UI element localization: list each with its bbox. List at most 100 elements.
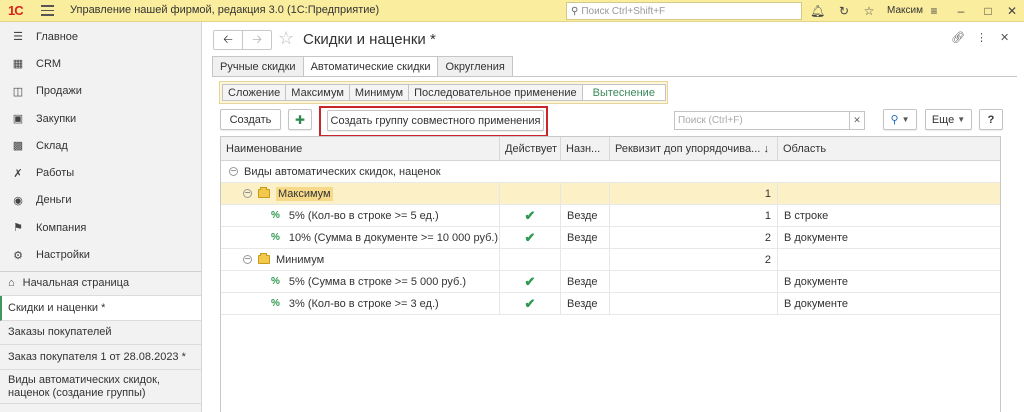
subtab-displacement[interactable]: Вытеснение (581, 84, 666, 101)
global-search-placeholder: Поиск Ctrl+Shift+F (581, 5, 666, 17)
table-row[interactable]: % 10% (Сумма в документе >= 10 000 руб.)… (221, 227, 1000, 249)
tab-manual-discounts[interactable]: Ручные скидки (212, 56, 304, 76)
clear-icon[interactable]: ✕ (849, 112, 864, 129)
main-menu-icon[interactable] (41, 5, 54, 16)
col-order[interactable]: Реквизит доп упорядочива... ↓ (610, 137, 778, 161)
discounts-table: Наименование Действует Назн... Реквизит … (220, 136, 1001, 412)
history-item-label: Начальная страница (22, 277, 130, 290)
sidebar-item-money[interactable]: ◉ Деньги (0, 187, 201, 214)
row-area: В документе (784, 297, 849, 310)
app-logo: 1С (8, 3, 24, 18)
history-item-label-line1: Виды автоматических скидок, (8, 374, 160, 387)
history-item-home[interactable]: ⌂ Начальная страница (0, 271, 201, 297)
search-options-button[interactable]: ⚲ ▼ (883, 109, 917, 130)
row-name: 3% (Кол-во в строке >= 3 ед.) (288, 297, 439, 310)
more-vertical-icon[interactable]: ⋮ (976, 31, 987, 44)
close-icon[interactable]: ✕ (1005, 4, 1019, 18)
tab-auto-discounts[interactable]: Автоматические скидки (302, 56, 439, 77)
sidebar-item-works[interactable]: ✗ Работы (0, 159, 201, 186)
create-folder-button[interactable]: ✚ (288, 109, 312, 130)
bell-icon[interactable]: 🔔︎ (810, 4, 825, 18)
settings-menu-icon[interactable]: ≡ (927, 4, 941, 18)
sidebar-item-company[interactable]: ⚑ Компания (0, 214, 201, 241)
table-row[interactable]: − Минимум 2 (221, 249, 1000, 271)
sidebar-item-purchases[interactable]: ▣ Закупки (0, 105, 201, 132)
collapse-icon[interactable]: − (243, 254, 252, 264)
table-row[interactable]: % 5% (Кол-во в строке >= 5 ед.) ✔ Везде … (221, 205, 1000, 227)
subtab-bar: Сложение Максимум Минимум Последовательн… (219, 81, 668, 104)
subtab-sequential[interactable]: Последовательное применение (408, 84, 583, 101)
coin-icon: ◉ (13, 194, 23, 207)
form-area: 🡠 🡢 ☆ Скидки и наценки * 🔗︎ ⋮ ✕ Ручные с… (203, 22, 1024, 412)
sidebar-item-label: CRM (36, 57, 62, 70)
table-row[interactable]: % 5% (Сумма в строке >= 5 000 руб.) ✔ Ве… (221, 271, 1000, 293)
table-row[interactable]: % 3% (Кол-во в строке >= 3 ед.) ✔ Везде … (221, 293, 1000, 315)
history-item-orders[interactable]: Заказы покупателей (0, 320, 201, 346)
title-bar: 1С Управление нашей фирмой, редакция 3.0… (0, 0, 1024, 22)
star-icon[interactable]: ☆ (862, 4, 876, 18)
collapse-icon[interactable]: − (243, 188, 252, 198)
sidebar-item-main[interactable]: ☰ Главное (0, 23, 201, 50)
folder-icon (258, 187, 270, 198)
more-button[interactable]: Еще ▼ (925, 109, 972, 130)
subtab-addition[interactable]: Сложение (222, 84, 287, 101)
link-icon[interactable]: 🔗︎ (951, 31, 965, 44)
tab-rounding[interactable]: Округления (437, 56, 513, 76)
global-search-input[interactable]: ⚲ Поиск Ctrl+Shift+F (566, 2, 802, 20)
tools-icon: ✗ (13, 167, 23, 180)
forward-arrow-icon[interactable]: 🡢 (243, 31, 271, 49)
gear-icon: ⚙ (13, 249, 23, 262)
tab-divider (212, 76, 1017, 77)
col-active[interactable]: Действует (500, 137, 561, 161)
history-item-label-line2: наценок (создание группы) (8, 387, 146, 400)
maximize-icon[interactable]: □ (981, 4, 995, 18)
check-icon: ✔ (524, 273, 536, 289)
add-folder-icon: ✚ (294, 112, 306, 127)
sort-down-icon: ↓ (763, 143, 770, 155)
table-search-placeholder: Поиск (Ctrl+F) (678, 115, 743, 126)
history-icon[interactable]: ↻ (837, 4, 851, 18)
check-icon: ✔ (524, 207, 536, 223)
user-name[interactable]: Максим (887, 5, 923, 16)
form-close-icon[interactable]: ✕ (1000, 31, 1009, 44)
col-destination[interactable]: Назн... (561, 137, 610, 161)
history-item-discount-group[interactable]: Виды автоматических скидок, наценок (соз… (0, 369, 201, 404)
history-item-discounts[interactable]: Скидки и наценки * (0, 296, 201, 321)
table-row[interactable]: − Максимум 1 (221, 183, 1000, 205)
history-item-label: Заказы покупателей (8, 326, 112, 339)
help-button[interactable]: ? (979, 109, 1003, 130)
row-area: В документе (784, 231, 849, 244)
sidebar-item-crm[interactable]: ▦ CRM (0, 50, 201, 77)
sidebar-item-warehouse[interactable]: ▩ Склад (0, 132, 201, 159)
row-name: 5% (Кол-во в строке >= 5 ед.) (288, 209, 439, 222)
row-order: 2 (610, 249, 778, 270)
create-button[interactable]: Создать (220, 109, 281, 130)
col-order-label: Реквизит доп упорядочива... (615, 143, 761, 155)
subtab-minimum[interactable]: Минимум (348, 84, 410, 101)
row-destination: Везде (561, 205, 610, 226)
basket-icon: ◫ (12, 85, 24, 98)
chevron-down-icon: ▼ (901, 115, 910, 124)
page-title: Скидки и наценки * (303, 31, 436, 48)
row-order: 1 (610, 205, 778, 226)
create-group-button[interactable]: Создать группу совместного применения (327, 110, 544, 131)
row-name: Минимум (276, 253, 325, 266)
check-icon: ✔ (524, 229, 536, 245)
table-row[interactable]: − Виды автоматических скидок, наценок (221, 161, 1000, 183)
favorite-star-icon[interactable]: ☆ (278, 28, 294, 49)
table-search-input[interactable]: Поиск (Ctrl+F) ✕ (674, 111, 865, 130)
col-name[interactable]: Наименование (221, 137, 500, 161)
history-item-order-1[interactable]: Заказ покупателя 1 от 28.08.2023 * (0, 345, 201, 370)
sidebar-item-sales[interactable]: ◫ Продажи (0, 78, 201, 105)
check-icon: ✔ (524, 295, 536, 311)
subtab-maximum[interactable]: Максимум (285, 84, 350, 101)
minimize-icon[interactable]: – (954, 4, 968, 18)
history-item-label: Скидки и наценки * (8, 301, 106, 314)
col-area[interactable]: Область (778, 137, 1000, 161)
collapse-icon[interactable]: − (229, 166, 238, 176)
back-arrow-icon[interactable]: 🡠 (214, 31, 243, 49)
sidebar-item-settings[interactable]: ⚙ Настройки (0, 241, 201, 268)
history-item-label: Заказ покупателя 1 от 28.08.2023 * (8, 350, 186, 363)
row-destination: Везде (561, 271, 610, 292)
sidebar-item-label: Склад (36, 139, 68, 152)
